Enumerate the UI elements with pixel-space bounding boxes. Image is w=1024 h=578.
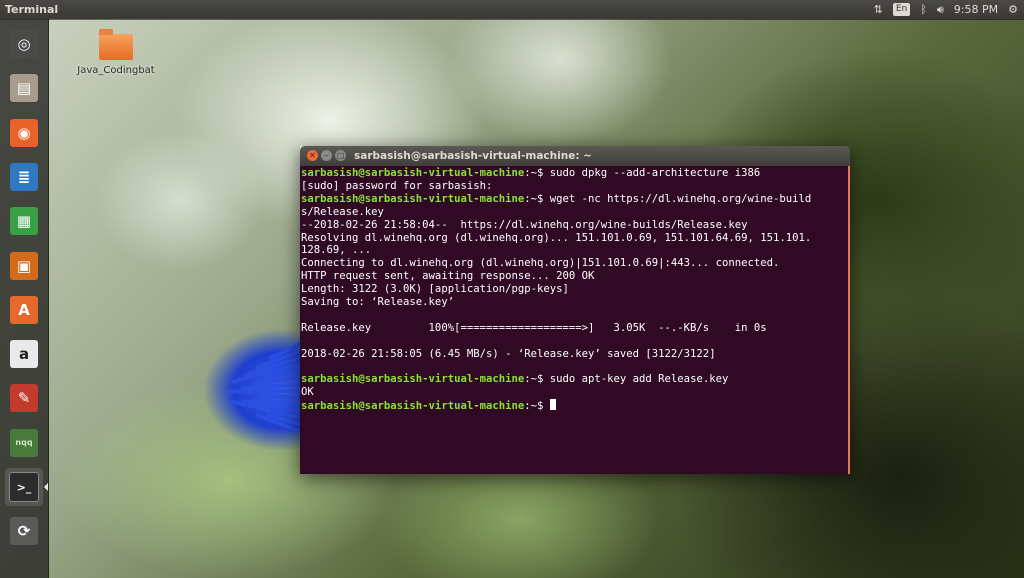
volume-icon[interactable]: 🔊︎	[937, 0, 944, 19]
system-tray: ⇅ En ᛒ 🔊︎ 9:58 PM ⚙	[874, 0, 1018, 19]
terminal-prompt-suffix: :~$	[524, 373, 550, 386]
terminal-prompt: sarbasish@sarbasish-virtual-machine	[301, 373, 525, 386]
software-bag-icon: A	[10, 295, 38, 324]
terminal-output-line: 128.69, ...	[301, 244, 842, 257]
terminal-line-text: --2018-02-26 21:58:04-- https://dl.wineh…	[301, 218, 748, 231]
focused-window-indicator	[44, 483, 48, 491]
flower-petal	[228, 389, 306, 394]
nqq-editor-icon: nqq	[10, 428, 38, 457]
bluetooth-icon[interactable]: ᛒ	[920, 0, 927, 19]
terminal-command-line: sarbasish@sarbasish-virtual-machine:~$	[301, 399, 842, 413]
terminal-prompt: sarbasish@sarbasish-virtual-machine	[301, 400, 525, 413]
launcher-terminal[interactable]: >_	[5, 468, 48, 506]
terminal-command-line: sarbasish@sarbasish-virtual-machine:~$ w…	[301, 193, 842, 206]
close-button[interactable]: ✕	[307, 150, 318, 161]
launcher-libreoffice-calc[interactable]: ▦	[5, 202, 43, 240]
top-panel: Terminal ⇅ En ᛒ 🔊︎ 9:58 PM ⚙	[0, 0, 1024, 19]
launcher-libreoffice-writer[interactable]: ≣	[5, 158, 43, 196]
wallpaper-blue-flower	[205, 330, 315, 450]
folder-icon	[99, 29, 133, 60]
settings-tools-icon: ✎	[10, 384, 38, 413]
minimize-button[interactable]: –	[321, 150, 332, 161]
terminal-line-text: wget -nc https://dl.winehq.org/wine-buil…	[549, 192, 812, 205]
terminal-title: sarbasish@sarbasish-virtual-machine: ~	[354, 150, 592, 162]
terminal-prompt: sarbasish@sarbasish-virtual-machine	[301, 192, 525, 205]
launcher-files[interactable]: ▤	[5, 69, 43, 107]
desktop-folder-java-codingbat[interactable]: Java_Codingbat	[70, 29, 162, 76]
terminal-icon: >_	[9, 472, 39, 502]
terminal-prompt-suffix: :~$	[524, 167, 550, 179]
launcher-ubuntu-software[interactable]: A	[5, 291, 43, 329]
launcher-libreoffice-impress[interactable]: ▣	[5, 247, 43, 285]
terminal-output-line: Resolving dl.winehq.org (dl.winehq.org).…	[301, 232, 842, 245]
maximize-button[interactable]: □	[335, 150, 346, 161]
impress-icon: ▣	[10, 251, 38, 280]
terminal-cursor	[549, 399, 556, 411]
launcher-system-settings[interactable]: ✎	[5, 379, 43, 417]
terminal-command-line: sarbasish@sarbasish-virtual-machine:~$ s…	[301, 373, 842, 386]
terminal-line-text: [sudo] password for sarbasish:	[301, 179, 493, 192]
terminal-line-text: sudo dpkg --add-architecture i386	[549, 167, 761, 179]
keyboard-layout-icon[interactable]: En	[892, 3, 911, 16]
gear-icon[interactable]: ⚙	[1008, 0, 1018, 19]
launcher-amazon[interactable]: a	[5, 335, 43, 373]
active-app-title: Terminal	[5, 3, 59, 16]
terminal-window[interactable]: ✕ – □ sarbasish@sarbasish-virtual-machin…	[300, 146, 850, 474]
terminal-command-line: sarbasish@sarbasish-virtual-machine:~$ s…	[301, 167, 842, 180]
terminal-output-line: --2018-02-26 21:58:04-- https://dl.wineh…	[301, 219, 842, 232]
terminal-output-line: Connecting to dl.winehq.org (dl.winehq.o…	[301, 257, 842, 270]
terminal-output[interactable]: sarbasish@sarbasish-virtual-machine:~$ s…	[300, 166, 850, 474]
desktop-folder-label: Java_Codingbat	[77, 65, 155, 76]
terminal-line-text: Connecting to dl.winehq.org (dl.winehq.o…	[301, 257, 780, 270]
network-transfer-icon[interactable]: ⇅	[874, 0, 883, 19]
terminal-prompt: sarbasish@sarbasish-virtual-machine	[301, 167, 525, 179]
terminal-line-text: 2018-02-26 21:58:05 (6.45 MB/s) - ‘Relea…	[301, 347, 716, 360]
terminal-output-line: OK	[301, 386, 842, 399]
terminal-prompt-suffix: :~$	[524, 400, 550, 413]
clock[interactable]: 9:58 PM	[954, 0, 998, 19]
terminal-output-line: s/Release.key	[301, 206, 842, 219]
terminal-line-text: HTTP request sent, awaiting response... …	[301, 270, 595, 283]
terminal-line-text: Saving to: ‘Release.key’	[301, 296, 455, 309]
nqq-label: nqq	[15, 438, 33, 448]
terminal-line-text: Resolving dl.winehq.org (dl.winehq.org).…	[301, 231, 812, 244]
launcher: ◎ ▤ ◉ ≣ ▦ ▣ Aa ✎ nqq >_ ⟳	[0, 19, 49, 578]
writer-icon: ≣	[10, 162, 38, 191]
ubuntu-logo-icon: ◎	[10, 30, 38, 58]
terminal-titlebar[interactable]: ✕ – □ sarbasish@sarbasish-virtual-machin…	[300, 146, 850, 166]
launcher-dash-home[interactable]: ◎	[5, 25, 43, 63]
terminal-output-line: Release.key 100%[===================>] 3…	[301, 322, 842, 335]
terminal-output-line: Length: 3122 (3.0K) [application/pgp-key…	[301, 283, 842, 296]
terminal-line-text: Length: 3122 (3.0K) [application/pgp-key…	[301, 283, 569, 296]
terminal-output-line: HTTP request sent, awaiting response... …	[301, 270, 842, 283]
firefox-icon: ◉	[10, 118, 38, 147]
terminal-line-text: 128.69, ...	[301, 244, 372, 257]
updater-icon: ⟳	[10, 517, 38, 546]
calc-icon: ▦	[10, 207, 38, 236]
terminal-output-line: 2018-02-26 21:58:05 (6.45 MB/s) - ‘Relea…	[301, 348, 842, 361]
terminal-line-text: Release.key 100%[===================>] 3…	[301, 321, 767, 334]
terminal-line-text: s/Release.key	[301, 205, 384, 218]
launcher-software-updater[interactable]: ⟳	[5, 512, 43, 550]
launcher-firefox[interactable]: ◉	[5, 114, 43, 152]
terminal-line-text: sudo apt-key add Release.key	[549, 373, 729, 386]
terminal-output-line: [sudo] password for sarbasish:	[301, 180, 842, 193]
terminal-prompt-suffix: :~$	[524, 192, 550, 205]
file-cabinet-icon: ▤	[10, 74, 38, 103]
launcher-nqq[interactable]: nqq	[5, 424, 43, 462]
terminal-line-text: OK	[301, 386, 314, 399]
terminal-output-line: Saving to: ‘Release.key’	[301, 296, 842, 309]
amazon-icon: a	[10, 340, 38, 369]
